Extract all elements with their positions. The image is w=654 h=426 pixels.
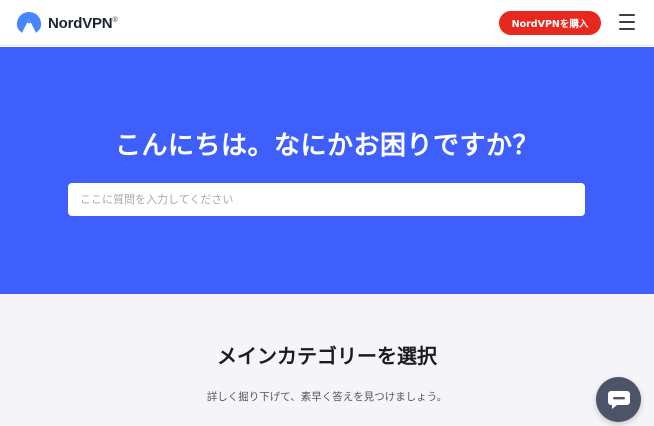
search-box — [68, 183, 585, 216]
hero-banner: こんにちは。なにかお困りですか？ — [0, 47, 654, 294]
chat-bubble-icon — [607, 390, 630, 409]
categories-subtitle: 詳しく掘り下げて、素早く答えを見つけましょう。 — [206, 391, 448, 403]
hero-title: こんにちは。なにかお困りですか？ — [114, 131, 539, 161]
logo-wordmark: NordVPN® — [48, 14, 118, 32]
chat-button[interactable] — [596, 377, 641, 422]
search-input[interactable] — [68, 183, 585, 216]
nordvpn-logo[interactable]: NordVPN® — [16, 11, 118, 35]
main-categories-section: メインカテゴリーを選択 詳しく掘り下げて、素早く答えを見つけましょう。 — [0, 294, 654, 426]
help-center-page: NordVPN® NordVPNを購入 こんにちは。なにかお困りですか？ メイン… — [0, 0, 654, 426]
menu-line — [619, 14, 635, 16]
categories-title: メインカテゴリーを選択 — [217, 344, 437, 368]
site-header: NordVPN® NordVPNを購入 — [0, 0, 654, 46]
hamburger-menu-icon[interactable] — [619, 14, 635, 30]
menu-line — [619, 28, 635, 30]
menu-line — [619, 21, 635, 23]
nordvpn-mountain-icon — [16, 11, 42, 33]
buy-nordvpn-button[interactable]: NordVPNを購入 — [499, 11, 601, 35]
